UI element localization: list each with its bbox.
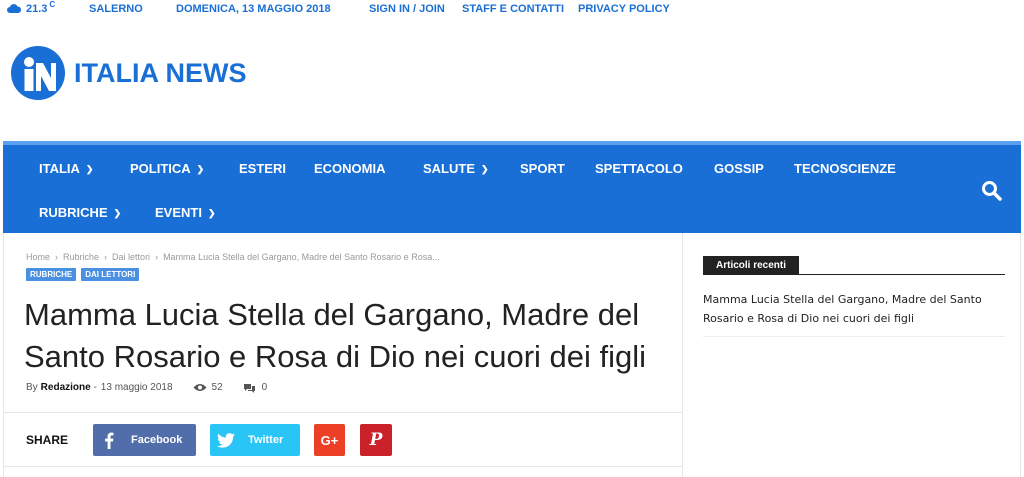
pinterest-icon: P: [369, 430, 383, 450]
chevron-right-icon: ›: [104, 252, 108, 262]
breadcrumb-home[interactable]: Home: [26, 252, 50, 262]
view-count: 52: [193, 382, 223, 393]
breadcrumb-rubriche[interactable]: Rubriche: [63, 252, 99, 262]
twitter-icon: [210, 432, 242, 448]
logo-mark-icon: [11, 46, 65, 100]
category-tags: RUBRICHE DAI LETTORI: [26, 268, 140, 281]
nav-item-rubriche[interactable]: RUBRICHE ❯: [39, 205, 121, 220]
temperature: 21.3 C: [26, 0, 56, 15]
recent-articles-heading: Articoli recenti: [703, 256, 800, 275]
chevron-down-icon: ❯: [85, 164, 94, 174]
article-meta: By Redazione - 13 maggio 2018 52 0: [26, 382, 267, 393]
search-icon[interactable]: [979, 178, 1005, 204]
twitter-share-button[interactable]: Twitter: [210, 424, 300, 456]
share-divider-bottom: [4, 466, 682, 467]
chevron-down-icon: ❯: [481, 164, 489, 174]
chevron-down-icon: ❯: [207, 208, 216, 218]
article-title: Mamma Lucia Stella del Gargano, Madre de…: [24, 297, 647, 374]
sign-in-link[interactable]: SIGN IN / JOIN: [369, 3, 445, 15]
breadcrumb-dai-lettori[interactable]: Dai lettori: [112, 252, 150, 262]
tag-dai-lettori[interactable]: DAI LETTORI: [81, 268, 140, 281]
nav-item-sport[interactable]: SPORT: [520, 161, 565, 176]
twitter-share-label: Twitter: [248, 434, 284, 446]
tag-rubriche[interactable]: RUBRICHE: [26, 268, 77, 281]
share-label: SHARE: [26, 433, 69, 447]
chevron-down-icon: ❯: [113, 208, 122, 218]
nav-item-italia[interactable]: ITALIA ❯: [39, 161, 93, 176]
share-divider-top: [4, 412, 682, 413]
chevron-right-icon: ›: [55, 252, 59, 262]
nav-item-eventi[interactable]: EVENTI ❯: [155, 205, 216, 220]
city: SALERNO: [89, 3, 143, 15]
by-label: By: [26, 382, 38, 393]
chevron-right-icon: ›: [155, 252, 159, 262]
nav-item-salute[interactable]: SALUTE ❯: [423, 161, 489, 176]
site-logo[interactable]: ITALIA NEWS: [10, 44, 246, 102]
logo-text: ITALIA NEWS: [74, 57, 247, 88]
nav-item-esteri[interactable]: ESTERI: [239, 161, 286, 176]
facebook-share-button[interactable]: Facebook: [93, 424, 196, 456]
nav-item-politica[interactable]: POLITICA ❯: [130, 161, 204, 176]
breadcrumb: Home › Rubriche › Dai lettori › Mamma Lucia St…: [26, 252, 440, 262]
staff-contacts-link[interactable]: STAFF E CONTATTI: [462, 3, 564, 15]
chevron-down-icon: ❯: [196, 164, 205, 174]
content-border-right: [1020, 233, 1021, 477]
meta-separator: -: [90, 382, 97, 393]
publish-date: 13 maggio 2018: [100, 382, 173, 393]
current-date: DOMENICA, 13 MAGGIO 2018: [176, 3, 331, 15]
top-bar: 21.3 C SALERNO DOMENICA, 13 MAGGIO 2018 S…: [0, 0, 1024, 20]
author-link[interactable]: Redazione: [41, 382, 91, 393]
breadcrumb-current: Mamma Lucia Stella del Gargano, Madre de…: [163, 252, 440, 262]
privacy-policy-link[interactable]: PRIVACY POLICY: [578, 3, 670, 15]
content-border-left: [3, 233, 4, 477]
recent-article-link[interactable]: Mamma Lucia Stella del Gargano, Madre de…: [703, 290, 1003, 328]
nav-item-spettacolo[interactable]: SPETTACOLO: [595, 161, 683, 176]
column-divider: [682, 233, 683, 477]
facebook-share-label: Facebook: [131, 434, 183, 446]
googleplus-icon: G+: [320, 432, 339, 448]
facebook-icon: [93, 432, 125, 449]
comment-count[interactable]: 0: [243, 382, 267, 393]
cloud-icon: [7, 4, 21, 13]
nav-item-economia[interactable]: ECONOMIA: [314, 161, 386, 176]
sidebar-heading-underline: [703, 274, 1005, 275]
sidebar-divider: [703, 336, 1005, 337]
comments-icon: [243, 383, 255, 393]
googleplus-share-button[interactable]: G+: [314, 424, 345, 456]
eye-icon: [193, 384, 207, 391]
nav-item-tecnoscienze[interactable]: TECNOSCIENZE: [794, 161, 896, 176]
pinterest-share-button[interactable]: P: [360, 424, 392, 456]
nav-item-gossip[interactable]: GOSSIP: [714, 161, 764, 176]
